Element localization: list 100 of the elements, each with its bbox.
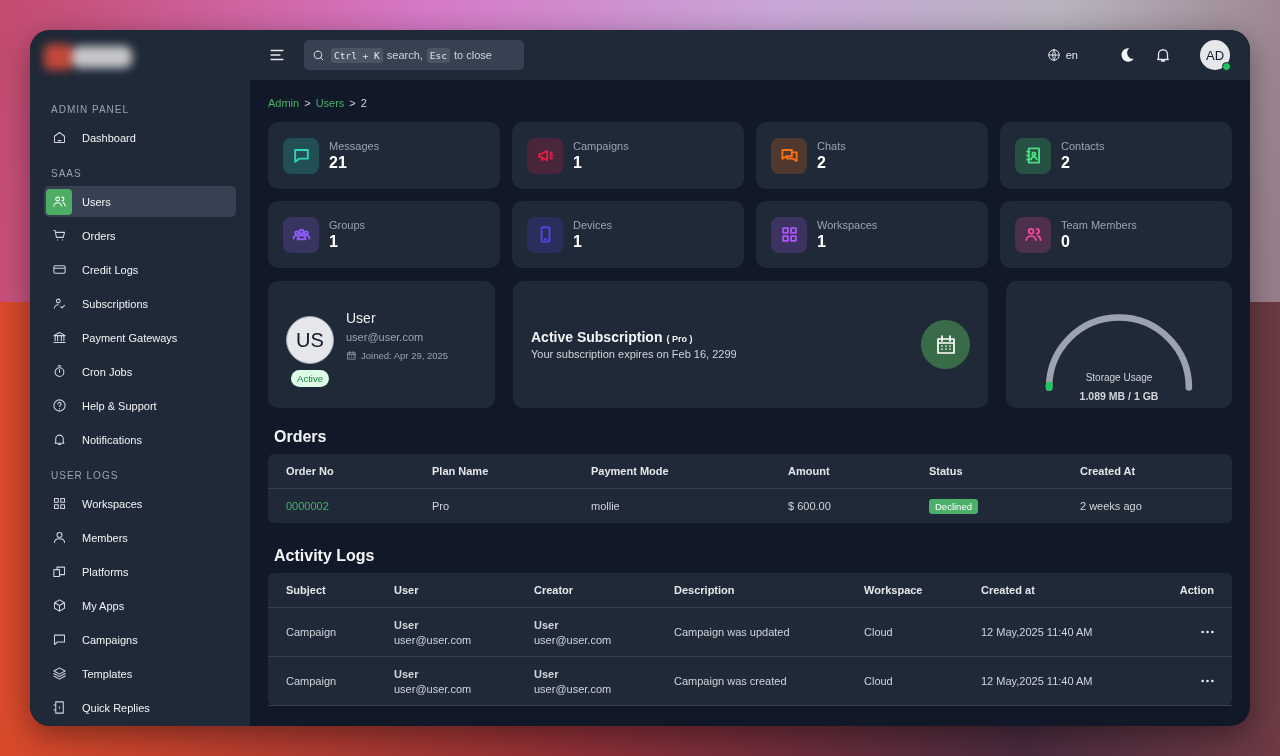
section-heading: SAAS	[50, 167, 83, 181]
table-cell: Campaign was created	[674, 675, 787, 687]
column-header: Workspace	[864, 584, 924, 596]
user-avatar: US	[286, 316, 334, 364]
person-email: user@user.com	[534, 682, 612, 695]
user-name: User	[346, 310, 377, 326]
sidebar-item[interactable]: Dashboard	[44, 122, 236, 153]
calendar-icon	[346, 350, 357, 361]
user-check-icon	[51, 296, 67, 311]
stat-label: Messages	[329, 139, 380, 152]
more-icon	[1201, 630, 1214, 634]
storage-label: Storage Usage	[1085, 372, 1153, 383]
sidebar-item[interactable]: Payment Gateways	[44, 322, 236, 353]
status-badge: Declined	[929, 498, 978, 514]
breadcrumb-link[interactable]: Admin	[268, 97, 300, 109]
stat-label: Workspaces	[817, 218, 878, 231]
document-icon	[51, 700, 67, 715]
sidebar-item[interactable]: Templates	[44, 658, 236, 689]
table-cell: 2 weeks ago	[1080, 500, 1142, 512]
stat-value: 2	[817, 153, 827, 172]
person-email: user@user.com	[394, 682, 472, 695]
column-header: Subject	[286, 584, 327, 596]
users-icon	[51, 194, 67, 209]
table-cell: Campaign was updated	[674, 626, 790, 638]
search-hint: search,	[386, 49, 423, 61]
status-badge: Active	[291, 370, 329, 387]
order-link[interactable]: 0000002	[286, 500, 329, 512]
stat-label: Devices	[573, 218, 613, 231]
sidebar-item[interactable]: My Apps	[44, 590, 236, 621]
sidebar-item[interactable]: Users	[44, 186, 236, 217]
person-name: User	[534, 667, 559, 680]
stat-label: Campaigns	[573, 139, 629, 152]
shortcut-key: Ctrl + K	[331, 47, 383, 63]
stat-value: 2	[1061, 153, 1071, 172]
stat-value: 1	[573, 153, 583, 172]
stat-value: 1	[573, 232, 583, 251]
column-header: Created at	[981, 584, 1036, 596]
more-icon	[1201, 679, 1214, 683]
search-field[interactable]: Ctrl + K search, Esc to close	[304, 40, 524, 70]
person-name: User	[394, 667, 419, 680]
search-icon	[312, 48, 325, 62]
breadcrumb-separator: >	[349, 97, 356, 109]
sidebar-item[interactable]: Workspaces	[44, 488, 236, 519]
subscription-title: Active Subscription	[531, 329, 663, 345]
sidebar-item[interactable]: Cron Jobs	[44, 356, 236, 387]
table-cell: $ 600.00	[788, 500, 831, 512]
subscription-expiry: Your subscription expires on Feb 16, 2299	[531, 348, 737, 360]
platforms-icon	[51, 564, 67, 579]
stat-label: Team Members	[1061, 218, 1137, 231]
table-cell: Cloud	[864, 626, 893, 638]
table-cell: Pro	[432, 500, 450, 512]
search-hint: to close	[454, 49, 492, 61]
table-cell: mollie	[591, 500, 620, 512]
storage-value: 1.089 MB / 1 GB	[1079, 390, 1159, 402]
column-header: Action	[1178, 584, 1214, 596]
sidebar-item[interactable]: Help & Support	[44, 390, 236, 421]
card-icon	[51, 262, 67, 277]
sidebar-item[interactable]: Campaigns	[44, 624, 236, 655]
notification-bell-icon	[1154, 46, 1172, 64]
cube-icon	[51, 598, 67, 613]
section-title: Orders	[274, 428, 327, 446]
table-cell: Campaign	[286, 626, 337, 638]
table-cell: 12 May,2025 11:40 AM	[981, 675, 1093, 687]
person-email: user@user.com	[394, 633, 472, 646]
grid-icon	[51, 496, 67, 511]
avatar[interactable]: AD	[1200, 40, 1230, 70]
breadcrumb-separator: >	[304, 97, 311, 109]
sidebar-item[interactable]: Platforms	[44, 556, 236, 587]
cart-icon	[51, 228, 67, 243]
table-cell: Campaign	[286, 675, 337, 687]
user-email: user@user.com	[346, 331, 425, 343]
breadcrumb-current: 2	[360, 97, 367, 109]
person-email: user@user.com	[534, 633, 612, 646]
sidebar-item[interactable]: Members	[44, 522, 236, 553]
stat-label: Groups	[329, 218, 366, 231]
language-button[interactable]: en	[1040, 47, 1084, 63]
column-header: User	[394, 584, 420, 596]
column-header: Description	[674, 584, 736, 596]
section-title: Activity Logs	[274, 547, 375, 565]
sidebar-item[interactable]: Credit Logs	[44, 254, 236, 285]
column-header: Status	[929, 465, 964, 477]
breadcrumb-link[interactable]: Users	[315, 97, 345, 109]
globe-icon	[1046, 48, 1061, 62]
table-cell: Cloud	[864, 675, 893, 687]
column-header: Creator	[534, 584, 575, 596]
help-icon	[51, 398, 67, 413]
table-cell: 12 May,2025 11:40 AM	[981, 626, 1093, 638]
user-icon	[51, 530, 67, 545]
joined-date: Joined: Apr 29, 2025	[361, 350, 449, 361]
sidebar-item[interactable]: Orders	[44, 220, 236, 251]
column-header: Plan Name	[432, 465, 490, 477]
stat-label: Chats	[817, 139, 846, 152]
bank-icon	[51, 330, 67, 345]
sidebar-item[interactable]: Notifications	[44, 424, 236, 455]
section-heading: USER LOGS	[50, 469, 120, 483]
sidebar-item[interactable]: Subscriptions	[44, 288, 236, 319]
person-name: User	[394, 618, 419, 631]
sidebar-item[interactable]: Quick Replies	[44, 692, 236, 723]
column-header: Payment Mode	[591, 465, 670, 477]
column-header: Created At	[1080, 465, 1137, 477]
